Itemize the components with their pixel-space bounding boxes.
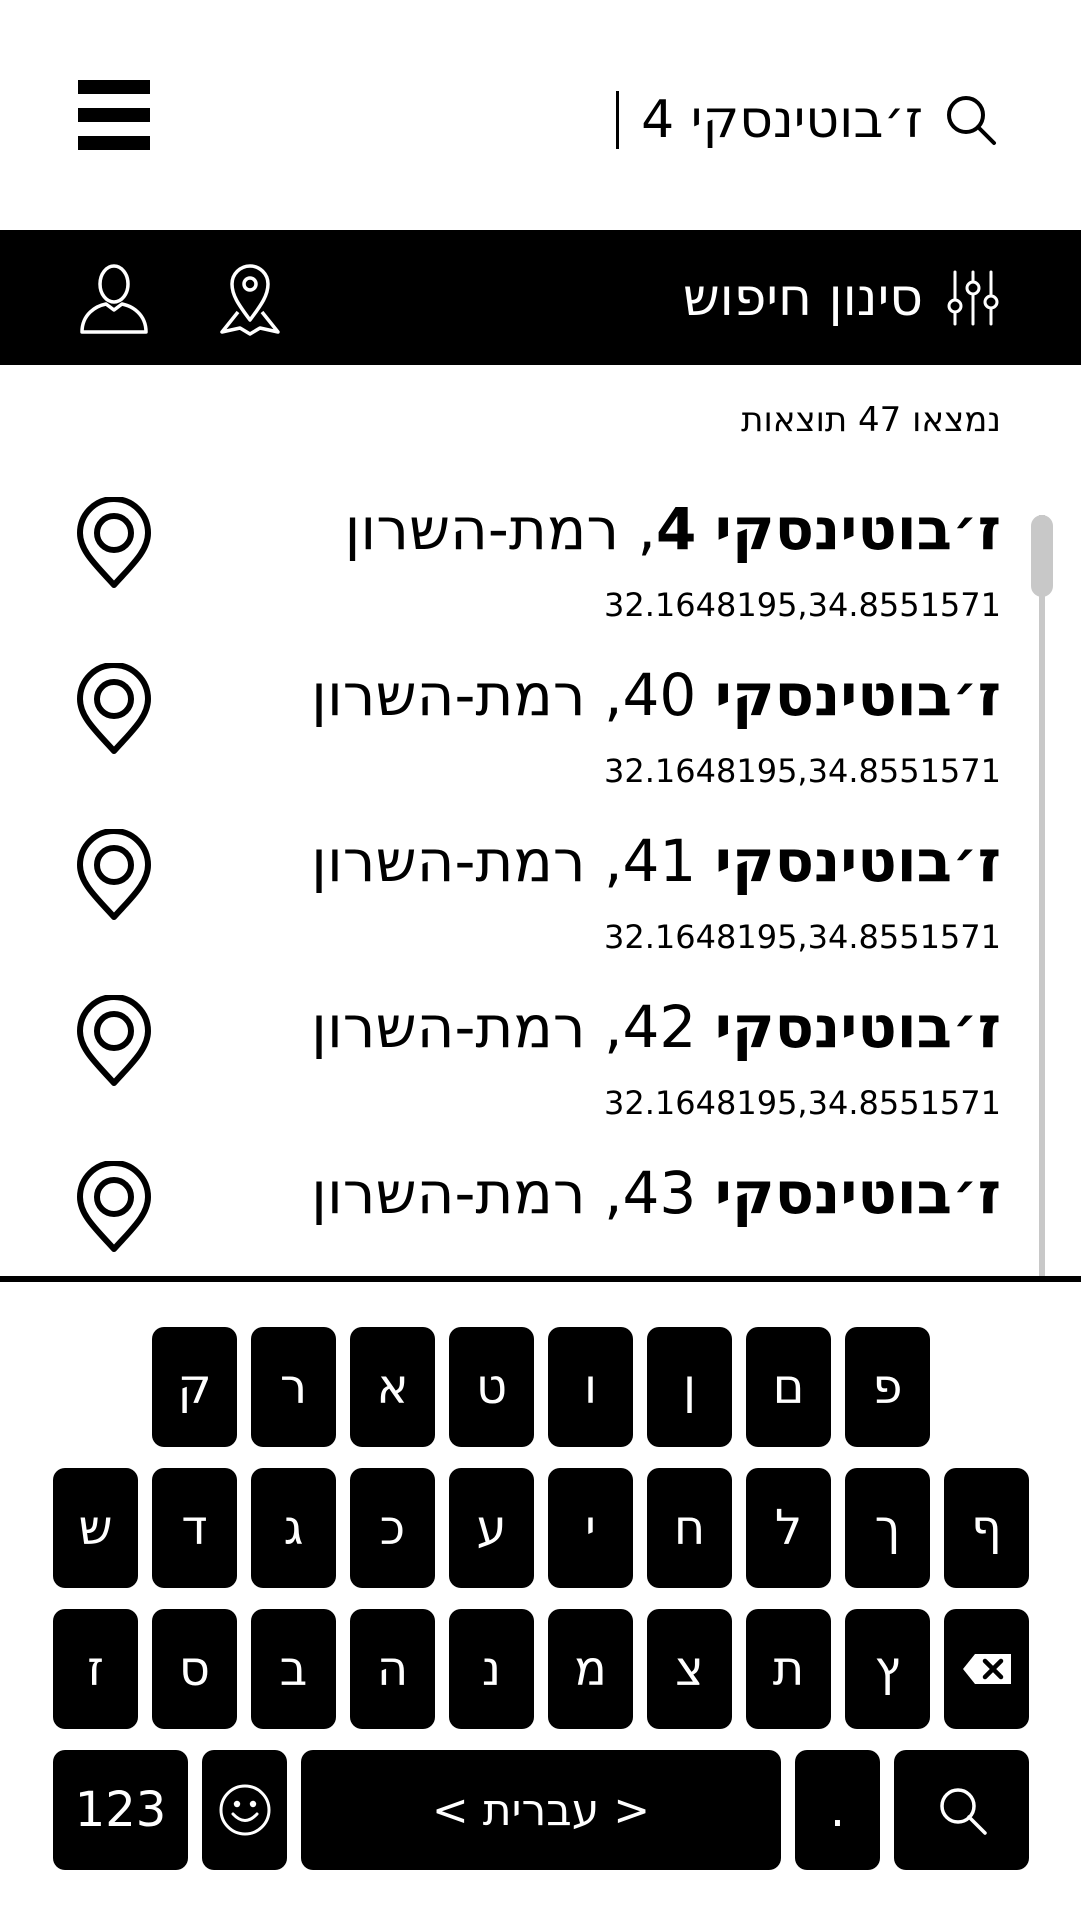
result-title: ז׳בוטינסקי 42, רמת-השרון — [311, 992, 1001, 1062]
filter-label: סינון חיפוש — [682, 267, 923, 328]
period-key[interactable]: . — [795, 1750, 880, 1870]
location-pin-icon — [77, 995, 151, 1086]
result-city: , רמת-השרון — [311, 1159, 623, 1227]
key[interactable]: ק — [152, 1327, 237, 1447]
results-count: נמצאו 47 תוצאות — [741, 400, 1001, 440]
key[interactable]: ו — [548, 1327, 633, 1447]
result-number: 4 — [655, 495, 697, 563]
emoji-key[interactable] — [202, 1750, 287, 1870]
result-item[interactable]: ז׳בוטינסקי 4, רמת-השרון 32.1648195,34.85… — [0, 478, 1081, 644]
key[interactable]: כ — [350, 1468, 435, 1588]
key[interactable]: ז — [53, 1609, 138, 1729]
search-value: ז׳בוטינסקי 4 — [641, 90, 923, 150]
scrollbar-track[interactable] — [1039, 515, 1045, 1278]
keyboard-search-key[interactable] — [894, 1750, 1029, 1870]
search-icon — [947, 96, 996, 145]
results-list: ז׳בוטינסקי 4, רמת-השרון 32.1648195,34.85… — [0, 478, 1081, 1278]
key[interactable]: ח — [647, 1468, 732, 1588]
result-title: ז׳בוטינסקי 40, רמת-השרון — [311, 660, 1001, 730]
key[interactable]: ך — [845, 1468, 930, 1588]
search-input[interactable]: ז׳בוטינסקי 4 — [441, 80, 1001, 160]
hebrew-keyboard: ק ר א ט ו ן ם פ ש ד ג כ ע י ח ל ך ף ז ס … — [0, 1282, 1081, 1920]
location-pin-icon — [77, 829, 151, 920]
key[interactable]: א — [350, 1327, 435, 1447]
result-title: ז׳בוטינסקי 4, רמת-השרון — [345, 494, 1001, 564]
key[interactable]: ת — [746, 1609, 831, 1729]
key[interactable]: ן — [647, 1327, 732, 1447]
search-filter-button[interactable]: סינון חיפוש — [683, 230, 1001, 365]
result-item[interactable]: ז׳בוטינסקי 42, רמת-השרון 32.1648195,34.8… — [0, 976, 1081, 1142]
key[interactable]: ר — [251, 1327, 336, 1447]
key[interactable]: ץ — [845, 1609, 930, 1729]
emoji-icon — [219, 1784, 270, 1836]
result-number: 41 — [622, 827, 697, 895]
hamburger-menu-icon[interactable] — [78, 78, 150, 150]
result-coords: 32.1648195,34.8551571 — [604, 1084, 1001, 1122]
result-coords: 32.1648195,34.8551571 — [604, 918, 1001, 956]
key[interactable]: ף — [944, 1468, 1029, 1588]
result-item[interactable]: ז׳בוטינסקי 40, רמת-השרון 32.1648195,34.8… — [0, 644, 1081, 810]
key[interactable]: ה — [350, 1609, 435, 1729]
numbers-key[interactable]: 123 — [53, 1750, 188, 1870]
key[interactable]: ש — [53, 1468, 138, 1588]
key[interactable]: ם — [746, 1327, 831, 1447]
result-street: ז׳בוטינסקי — [714, 495, 1001, 563]
search-icon — [939, 1788, 987, 1835]
sliders-icon — [947, 270, 999, 325]
scrollbar-thumb[interactable] — [1031, 515, 1053, 597]
text-caret — [616, 91, 620, 149]
result-city: , רמת-השרון — [311, 661, 623, 729]
key[interactable]: ט — [449, 1327, 534, 1447]
user-icon[interactable] — [76, 260, 152, 336]
key[interactable]: ג — [251, 1468, 336, 1588]
key[interactable]: צ — [647, 1609, 732, 1729]
result-street: ז׳בוטינסקי — [714, 993, 1001, 1061]
result-coords: 32.1648195,34.8551571 — [604, 586, 1001, 624]
result-coords: 32.1648195,34.8551571 — [604, 752, 1001, 790]
key[interactable]: ד — [152, 1468, 237, 1588]
location-pin-icon — [77, 497, 151, 588]
result-street: ז׳בוטינסקי — [714, 1159, 1001, 1227]
location-pin-icon — [77, 1161, 151, 1252]
filter-bar: סינון חיפוש — [0, 230, 1081, 365]
backspace-icon — [962, 1654, 1011, 1684]
key[interactable]: ל — [746, 1468, 831, 1588]
result-city: , רמת-השרון — [311, 827, 623, 895]
search-header: ז׳בוטינסקי 4 — [0, 0, 1081, 230]
result-street: ז׳בוטינסקי — [714, 827, 1001, 895]
result-city: , רמת-השרון — [344, 495, 656, 563]
backspace-key[interactable] — [944, 1609, 1029, 1729]
key[interactable]: נ — [449, 1609, 534, 1729]
result-item[interactable]: ז׳בוטינסקי 43, רמת-השרון — [0, 1142, 1081, 1278]
key[interactable]: פ — [845, 1327, 930, 1447]
key[interactable]: מ — [548, 1609, 633, 1729]
location-pin-icon — [77, 663, 151, 754]
key[interactable]: ס — [152, 1609, 237, 1729]
result-item[interactable]: ז׳בוטינסקי 41, רמת-השרון 32.1648195,34.8… — [0, 810, 1081, 976]
key[interactable]: י — [548, 1468, 633, 1588]
result-title: ז׳בוטינסקי 43, רמת-השרון — [311, 1158, 1001, 1228]
result-number: 40 — [622, 661, 697, 729]
result-number: 43 — [622, 1159, 697, 1227]
space-key[interactable]: < עברית > — [301, 1750, 781, 1870]
result-number: 42 — [622, 993, 697, 1061]
result-street: ז׳בוטינסקי — [714, 661, 1001, 729]
result-title: ז׳בוטינסקי 41, רמת-השרון — [311, 826, 1001, 896]
map-pin-icon[interactable] — [212, 258, 288, 338]
result-city: , רמת-השרון — [311, 993, 623, 1061]
key[interactable]: ע — [449, 1468, 534, 1588]
key[interactable]: ב — [251, 1609, 336, 1729]
